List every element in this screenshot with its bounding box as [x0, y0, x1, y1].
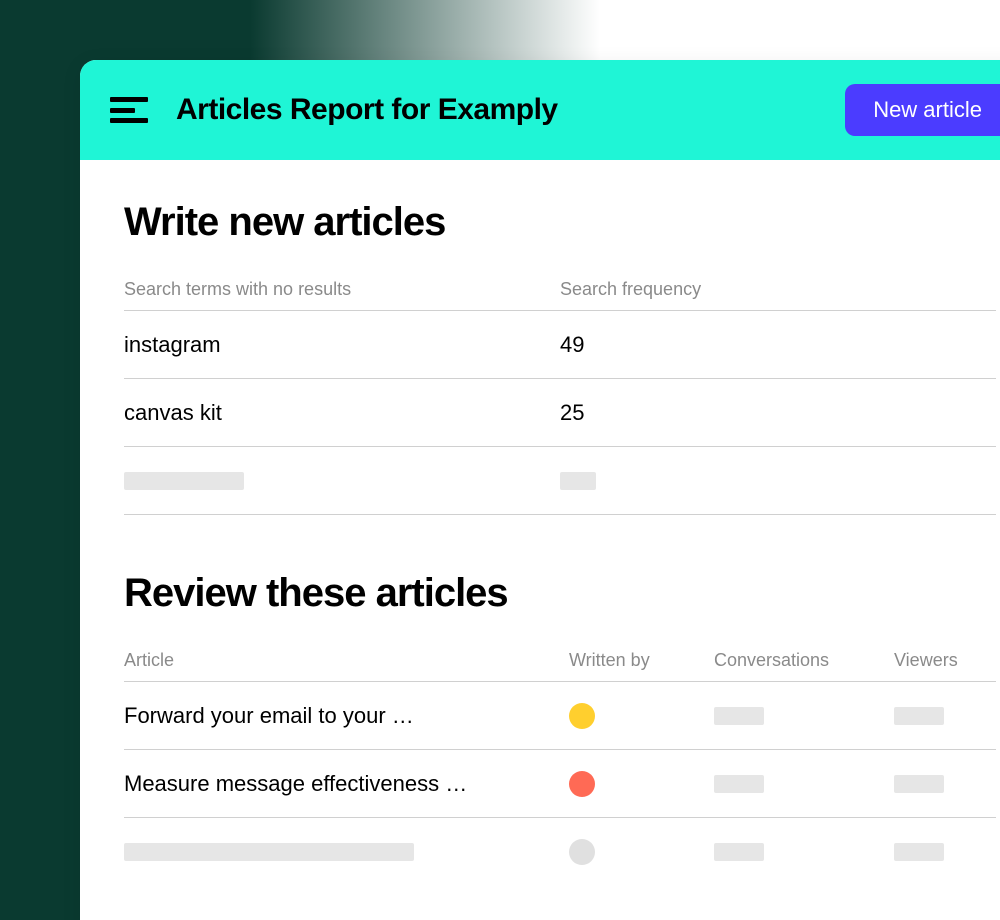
- term-cell: instagram: [124, 332, 560, 358]
- column-header-conversations: Conversations: [714, 650, 894, 671]
- author-avatar-dot: [569, 703, 595, 729]
- search-terms-table: Search terms with no results Search freq…: [124, 279, 996, 515]
- column-header-written-by: Written by: [569, 650, 714, 671]
- review-section-title: Review these articles: [124, 571, 996, 616]
- freq-cell: 49: [560, 332, 996, 358]
- table-row[interactable]: Measure message effectiveness …: [124, 750, 996, 818]
- placeholder-bar: [124, 472, 244, 490]
- article-title-cell: Forward your email to your …: [124, 703, 569, 729]
- freq-cell: 25: [560, 400, 996, 426]
- menu-icon[interactable]: [110, 97, 148, 123]
- column-header-viewers: Viewers: [894, 650, 1000, 671]
- author-avatar-dot: [569, 839, 595, 865]
- table-row[interactable]: instagram 49: [124, 311, 996, 379]
- placeholder-bar: [714, 843, 764, 861]
- review-articles-table: Article Written by Conversations Viewers…: [124, 650, 996, 886]
- page-title: Articles Report for Examply: [176, 93, 817, 127]
- write-section-title: Write new articles: [124, 200, 996, 245]
- placeholder-bar: [560, 472, 596, 490]
- placeholder-bar: [714, 707, 764, 725]
- table-row[interactable]: Forward your email to your …: [124, 682, 996, 750]
- table-row[interactable]: canvas kit 25: [124, 379, 996, 447]
- new-article-button[interactable]: New article: [845, 84, 1000, 136]
- table-row-placeholder: [124, 818, 996, 886]
- article-title-cell: Measure message effectiveness …: [124, 771, 569, 797]
- column-header-term: Search terms with no results: [124, 279, 560, 300]
- placeholder-bar: [894, 843, 944, 861]
- term-cell: canvas kit: [124, 400, 560, 426]
- column-header-freq: Search frequency: [560, 279, 996, 300]
- report-card: Articles Report for Examply New article …: [80, 60, 1000, 920]
- placeholder-bar: [714, 775, 764, 793]
- top-bar: Articles Report for Examply New article: [80, 60, 1000, 160]
- column-header-article: Article: [124, 650, 569, 671]
- author-avatar-dot: [569, 771, 595, 797]
- table-row-placeholder: [124, 447, 996, 515]
- placeholder-bar: [894, 707, 944, 725]
- placeholder-bar: [124, 843, 414, 861]
- placeholder-bar: [894, 775, 944, 793]
